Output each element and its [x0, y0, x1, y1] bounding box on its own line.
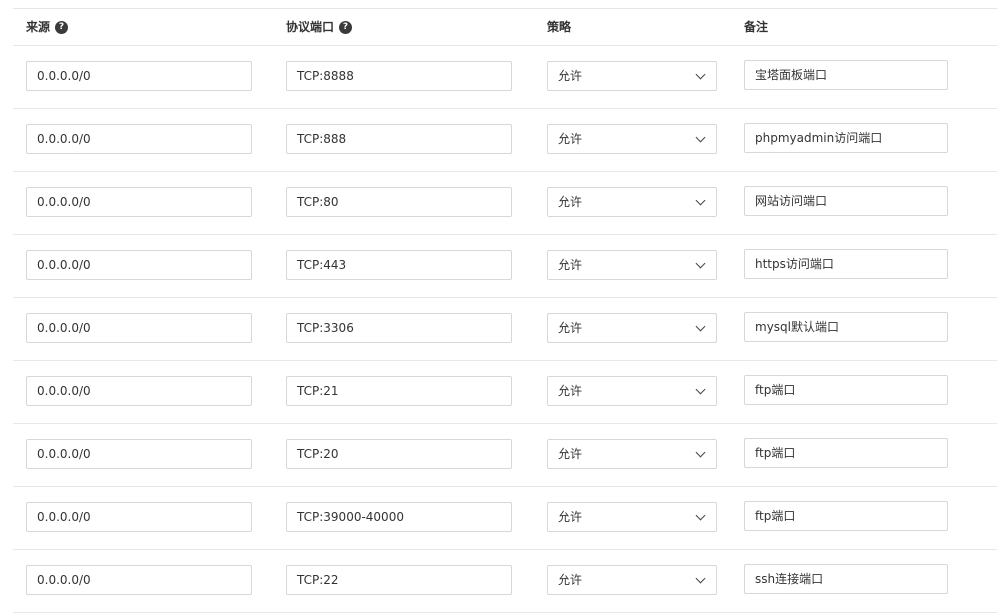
policy-select[interactable]: 允许	[547, 313, 717, 343]
note-input[interactable]: ssh连接端口	[744, 564, 948, 594]
policy-select-value: 允许	[558, 447, 583, 461]
source-input[interactable]: 0.0.0.0/0	[26, 313, 252, 343]
header-protocol-port-label: 协议端口	[286, 20, 335, 34]
table-row: 0.0.0.0/0 TCP:3306 允许 mysql默认端口	[13, 298, 997, 361]
chevron-down-icon	[695, 258, 706, 268]
policy-select-value: 允许	[558, 573, 583, 587]
chevron-down-icon	[695, 321, 706, 331]
source-input[interactable]: 0.0.0.0/0	[26, 61, 252, 91]
table-row: 0.0.0.0/0 TCP:888 允许 phpmyadmin访问端口	[13, 109, 997, 172]
source-input[interactable]: 0.0.0.0/0	[26, 250, 252, 280]
note-input[interactable]: 网站访问端口	[744, 186, 948, 216]
source-input[interactable]: 0.0.0.0/0	[26, 565, 252, 595]
protocol-port-input[interactable]: TCP:21	[286, 376, 512, 406]
policy-select-value: 允许	[558, 258, 583, 272]
policy-select[interactable]: 允许	[547, 61, 717, 91]
policy-select-value: 允许	[558, 384, 583, 398]
policy-select[interactable]: 允许	[547, 439, 717, 469]
note-input[interactable]: ftp端口	[744, 438, 948, 468]
note-input[interactable]: 宝塔面板端口	[744, 60, 948, 90]
chevron-down-icon	[695, 69, 706, 79]
policy-select-value: 允许	[558, 195, 583, 209]
table-row: 0.0.0.0/0 TCP:80 允许 网站访问端口	[13, 172, 997, 235]
protocol-port-input[interactable]: TCP:8888	[286, 61, 512, 91]
protocol-port-input[interactable]: TCP:80	[286, 187, 512, 217]
table-row: 0.0.0.0/0 TCP:20 允许 ftp端口	[13, 424, 997, 487]
help-icon[interactable]: ?	[55, 20, 69, 34]
note-input[interactable]: ftp端口	[744, 375, 948, 405]
source-input[interactable]: 0.0.0.0/0	[26, 376, 252, 406]
protocol-port-input[interactable]: TCP:443	[286, 250, 512, 280]
policy-select-value: 允许	[558, 510, 583, 524]
header-source-label: 来源	[26, 20, 51, 34]
policy-select[interactable]: 允许	[547, 376, 717, 406]
policy-select[interactable]: 允许	[547, 124, 717, 154]
header-policy-label: 策略	[547, 20, 572, 34]
chevron-down-icon	[695, 510, 706, 520]
protocol-port-input[interactable]: TCP:39000-40000	[286, 502, 512, 532]
protocol-port-input[interactable]: TCP:20	[286, 439, 512, 469]
chevron-down-icon	[695, 384, 706, 394]
policy-select-value: 允许	[558, 321, 583, 335]
source-input[interactable]: 0.0.0.0/0	[26, 124, 252, 154]
table-row: 0.0.0.0/0 TCP:443 允许 https访问端口	[13, 235, 997, 298]
table-body: 0.0.0.0/0 TCP:8888 允许 宝塔面板端口 0.0.0.0/0 T…	[13, 46, 997, 613]
policy-select[interactable]: 允许	[547, 502, 717, 532]
policy-select-value: 允许	[558, 132, 583, 146]
source-input[interactable]: 0.0.0.0/0	[26, 439, 252, 469]
table-row: 0.0.0.0/0 TCP:21 允许 ftp端口	[13, 361, 997, 424]
protocol-port-input[interactable]: TCP:3306	[286, 313, 512, 343]
chevron-down-icon	[695, 447, 706, 457]
chevron-down-icon	[695, 195, 706, 205]
header-source: 来源 ?	[26, 9, 69, 45]
header-note: 备注	[744, 9, 768, 45]
policy-select-value: 允许	[558, 69, 583, 83]
protocol-port-input[interactable]: TCP:888	[286, 124, 512, 154]
note-input[interactable]: mysql默认端口	[744, 312, 948, 342]
security-rules-table: 来源 ? 协议端口 ? 策略 备注 0.0.0.0/0 TCP:8888 允许 …	[13, 8, 997, 613]
chevron-down-icon	[695, 573, 706, 583]
policy-select[interactable]: 允许	[547, 187, 717, 217]
source-input[interactable]: 0.0.0.0/0	[26, 187, 252, 217]
table-row: 0.0.0.0/0 TCP:39000-40000 允许 ftp端口	[13, 487, 997, 550]
source-input[interactable]: 0.0.0.0/0	[26, 502, 252, 532]
policy-select[interactable]: 允许	[547, 250, 717, 280]
header-protocol-port: 协议端口 ?	[286, 9, 353, 45]
note-input[interactable]: https访问端口	[744, 249, 948, 279]
protocol-port-input[interactable]: TCP:22	[286, 565, 512, 595]
note-input[interactable]: phpmyadmin访问端口	[744, 123, 948, 153]
chevron-down-icon	[695, 132, 706, 142]
help-icon[interactable]: ?	[339, 20, 353, 34]
note-input[interactable]: ftp端口	[744, 501, 948, 531]
table-row: 0.0.0.0/0 TCP:8888 允许 宝塔面板端口	[13, 46, 997, 109]
table-row: 0.0.0.0/0 TCP:22 允许 ssh连接端口	[13, 550, 997, 613]
header-policy: 策略	[547, 9, 571, 45]
table-header: 来源 ? 协议端口 ? 策略 备注	[13, 8, 997, 46]
header-note-label: 备注	[744, 20, 769, 34]
policy-select[interactable]: 允许	[547, 565, 717, 595]
